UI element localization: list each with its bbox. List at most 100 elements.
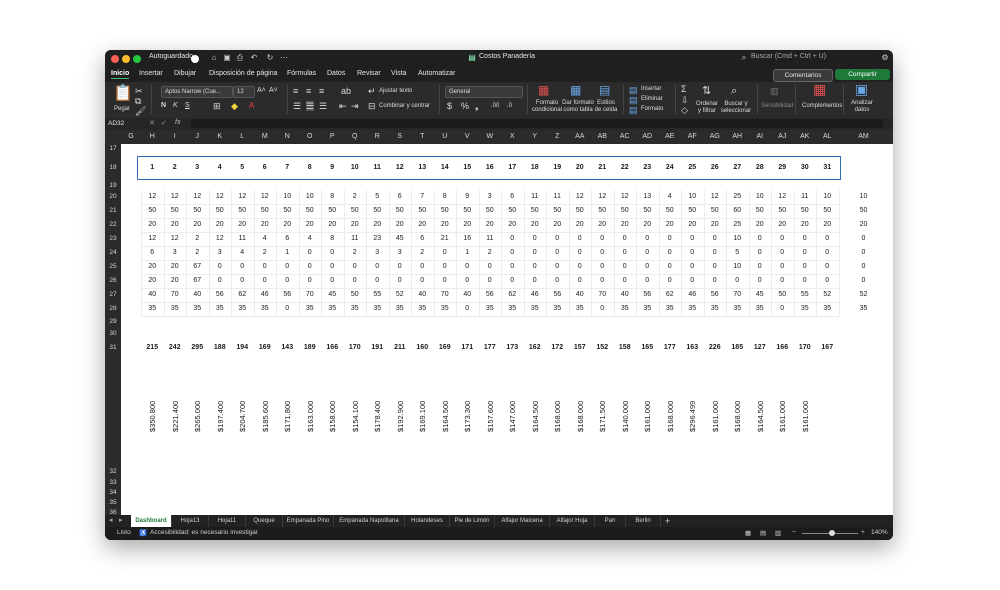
quantity-cell[interactable]: 40 <box>569 288 592 302</box>
sheet-tab[interactable]: Dashboard <box>131 515 172 527</box>
tab-automatizar[interactable]: Automatizar <box>418 70 455 77</box>
total-cell[interactable]: 171 <box>456 340 479 356</box>
quantity-cell[interactable]: 50 <box>321 204 344 218</box>
quantity-cell[interactable]: 0 <box>344 260 367 274</box>
total-cell[interactable]: 166 <box>321 340 344 356</box>
quantity-cell[interactable]: 56 <box>479 288 502 302</box>
quantity-cell[interactable]: 0 <box>614 260 637 274</box>
format-table-icon[interactable]: ▦ <box>570 84 581 96</box>
column-header[interactable]: Q <box>344 130 367 144</box>
quantity-cell[interactable]: 20 <box>614 218 637 232</box>
quantity-cell[interactable]: 0 <box>794 274 817 288</box>
quantity-cell[interactable]: 50 <box>749 204 772 218</box>
quantity-cell[interactable]: 45 <box>321 288 344 302</box>
quantity-cell[interactable]: 12 <box>164 190 187 204</box>
quantity-cell[interactable]: 20 <box>231 218 254 232</box>
quantity-cell[interactable]: 0 <box>771 274 794 288</box>
quantity-cell[interactable]: 0 <box>636 274 659 288</box>
quantity-cell[interactable]: 35 <box>794 302 817 316</box>
confirm-formula-icon[interactable]: ✓ <box>161 119 167 127</box>
quantity-cell[interactable]: 0 <box>704 274 727 288</box>
quantity-cell[interactable]: 1 <box>456 246 479 260</box>
addins-icon[interactable]: ▦ <box>813 82 826 96</box>
row-header[interactable]: 30 <box>105 328 121 340</box>
quantity-cell[interactable]: 12 <box>704 190 727 204</box>
row-header[interactable]: 29 <box>105 316 121 328</box>
column-header[interactable]: P <box>321 130 344 144</box>
quantity-cell[interactable]: 35 <box>816 302 839 316</box>
quantity-cell[interactable]: 4 <box>254 232 277 246</box>
day-number-cell[interactable]: 31 <box>816 154 839 182</box>
quantity-cell[interactable]: 20 <box>636 218 659 232</box>
column-header[interactable]: I <box>164 130 187 144</box>
quantity-cell[interactable]: 0 <box>681 260 704 274</box>
column-header[interactable]: O <box>299 130 322 144</box>
quantity-cell[interactable]: 2 <box>186 232 209 246</box>
total-cell[interactable]: 185 <box>726 340 749 356</box>
prev-sheet-icon[interactable]: ◂ <box>109 516 113 524</box>
quantity-cell[interactable]: 6 <box>276 232 299 246</box>
amount-cell[interactable]: $163.000 <box>306 401 315 432</box>
quantity-cell[interactable]: 50 <box>456 204 479 218</box>
quantity-cell[interactable]: 50 <box>254 204 277 218</box>
quantity-cell[interactable]: 10 <box>681 190 704 204</box>
amount-cell[interactable]: $161.000 <box>778 401 787 432</box>
quantity-cell[interactable]: 56 <box>209 288 232 302</box>
quantity-cell[interactable]: 20 <box>141 260 164 274</box>
day-number-cell[interactable]: 15 <box>456 154 479 182</box>
quantity-cell[interactable]: 0 <box>411 260 434 274</box>
cut-icon[interactable]: ✂ <box>135 86 143 96</box>
quantity-cell[interactable]: 20 <box>704 218 727 232</box>
quantity-cell[interactable]: 0 <box>546 260 569 274</box>
quantity-cell[interactable]: 35 <box>659 302 682 316</box>
quantity-cell[interactable]: 46 <box>524 288 547 302</box>
quantity-cell[interactable]: 50 <box>231 204 254 218</box>
sheet-tab[interactable]: Alfajor Maicena <box>495 515 550 527</box>
format-table-button[interactable]: Dar formato como tabla <box>562 100 594 113</box>
quantity-cell[interactable]: 35 <box>299 302 322 316</box>
find-select-button[interactable]: Buscar y seleccionar <box>719 101 753 114</box>
quantity-cell[interactable]: 50 <box>366 204 389 218</box>
function-icon[interactable]: fx <box>175 119 180 126</box>
quantity-cell[interactable]: 5 <box>366 190 389 204</box>
total-cell[interactable]: 169 <box>434 340 457 356</box>
row-header[interactable]: 25 <box>105 260 121 274</box>
quantity-cell[interactable]: 50 <box>524 204 547 218</box>
formula-input[interactable] <box>191 119 883 128</box>
day-number-cell[interactable]: 12 <box>389 154 412 182</box>
quantity-cell[interactable]: 0 <box>434 260 457 274</box>
sheet-tab[interactable]: Hoja13 <box>172 515 209 527</box>
amount-cell[interactable]: $140.000 <box>621 401 630 432</box>
quantity-cell[interactable]: 0 <box>254 274 277 288</box>
day-number-cell[interactable]: 16 <box>479 154 502 182</box>
total-cell[interactable]: 158 <box>614 340 637 356</box>
amount-cell[interactable]: $185.600 <box>261 401 270 432</box>
quantity-cell[interactable]: 67 <box>186 260 209 274</box>
quantity-cell[interactable]: 0 <box>591 246 614 260</box>
quantity-cell[interactable]: 25 <box>726 190 749 204</box>
quantity-cell[interactable]: 4 <box>659 190 682 204</box>
column-header[interactable]: AA <box>569 130 592 144</box>
row-header[interactable]: 26 <box>105 274 121 288</box>
quantity-cell[interactable]: 12 <box>141 190 164 204</box>
total-cell[interactable]: 211 <box>389 340 412 356</box>
amount-cell[interactable]: $197.400 <box>216 401 225 432</box>
quantity-cell[interactable]: 10 <box>839 190 889 204</box>
quantity-cell[interactable]: 46 <box>681 288 704 302</box>
fill-color-icon[interactable]: ◆ <box>231 101 238 111</box>
quantity-cell[interactable]: 0 <box>591 260 614 274</box>
quantity-cell[interactable]: 10 <box>299 190 322 204</box>
quantity-cell[interactable]: 0 <box>524 274 547 288</box>
quantity-cell[interactable]: 0 <box>636 260 659 274</box>
quantity-cell[interactable]: 62 <box>501 288 524 302</box>
autosave-toggle[interactable] <box>191 55 199 63</box>
quantity-cell[interactable]: 3 <box>164 246 187 260</box>
quantity-cell[interactable]: 35 <box>569 302 592 316</box>
quantity-cell[interactable]: 12 <box>141 232 164 246</box>
quantity-cell[interactable]: 56 <box>546 288 569 302</box>
amount-cell[interactable]: $157.600 <box>486 401 495 432</box>
quantity-cell[interactable]: 8 <box>321 232 344 246</box>
quantity-cell[interactable]: 35 <box>524 302 547 316</box>
font-name-select[interactable]: Aptos Narrow (Cue... <box>161 86 233 98</box>
quantity-cell[interactable]: 50 <box>591 204 614 218</box>
